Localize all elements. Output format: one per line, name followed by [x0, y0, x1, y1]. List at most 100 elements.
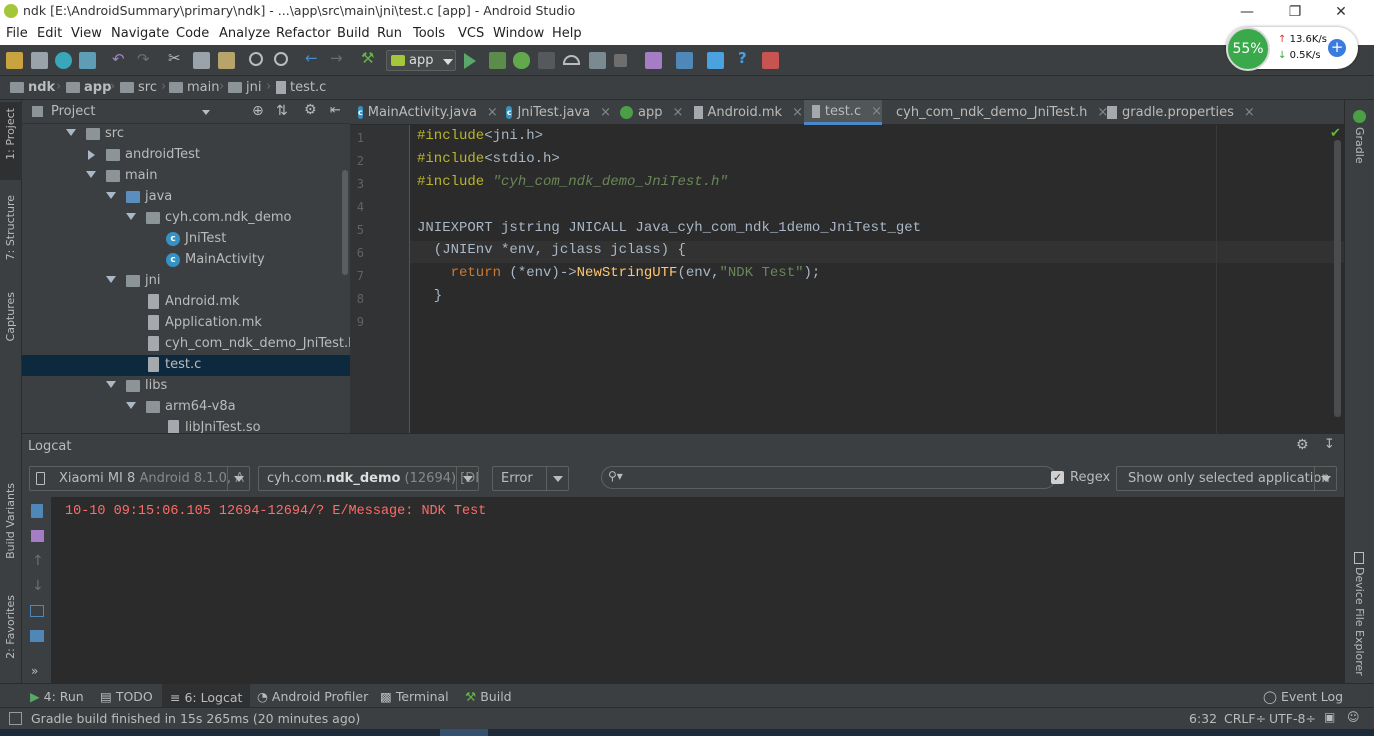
tool-terminal[interactable]: ▩ Terminal — [380, 689, 449, 704]
tree-item[interactable]: jni — [22, 271, 350, 292]
device-select[interactable]: Xiaomi MI 8 Android 8.1.0, A — [29, 466, 250, 491]
locate-icon[interactable]: ⊕ — [252, 103, 264, 119]
menu-analyze[interactable]: Analyze — [219, 26, 270, 41]
run-config-select[interactable]: app — [386, 50, 456, 71]
clear-logcat-icon[interactable] — [31, 504, 43, 518]
close-window-button[interactable]: ✕ — [1318, 0, 1364, 23]
tree-item[interactable]: libs — [22, 376, 350, 397]
tree-item[interactable]: cyh_com_ndk_demo_JniTest.h — [22, 334, 350, 355]
close-icon[interactable]: × — [792, 105, 803, 120]
regex-checkbox[interactable]: ✓ — [1051, 471, 1064, 484]
close-icon[interactable]: × — [600, 105, 611, 120]
tool-window-structure[interactable]: 7: Structure — [4, 195, 17, 260]
scroll-to-end-icon[interactable] — [31, 530, 44, 542]
collapse-all-icon[interactable]: ⇅ — [276, 103, 288, 119]
tool-run[interactable]: ▶ 4: Run — [30, 689, 84, 704]
chevron-down-icon[interactable] — [106, 192, 116, 199]
run-icon[interactable] — [464, 53, 476, 69]
make-project-icon[interactable]: ⚒ — [361, 49, 378, 67]
save-icon[interactable] — [31, 52, 48, 69]
logcat-output[interactable]: 10-10 09:15:06.105 12694-12694/? E/Messa… — [52, 497, 1344, 683]
tree-item[interactable]: c MainActivity — [22, 250, 350, 271]
cut-icon[interactable]: ✂ — [168, 49, 185, 67]
logcat-search-input[interactable]: ⚲▾ — [601, 466, 1056, 489]
toggle-tool-windows-icon[interactable] — [9, 712, 22, 725]
run-coverage-icon[interactable] — [538, 52, 555, 69]
tool-window-project[interactable]: 1: Project — [4, 108, 17, 160]
tool-window-device-file-explorer[interactable]: Device File Explorer — [1353, 567, 1366, 676]
menu-run[interactable]: Run — [377, 26, 402, 41]
project-scrollbar[interactable] — [342, 170, 348, 275]
close-icon[interactable]: × — [1244, 105, 1255, 120]
menu-file[interactable]: File — [6, 26, 28, 41]
sdk-manager-icon[interactable] — [707, 52, 724, 69]
tree-item[interactable]: Android.mk — [22, 292, 350, 313]
tool-todo[interactable]: ▤ TODO — [100, 689, 153, 704]
breadcrumb-ndk[interactable]: ndk — [10, 80, 55, 95]
tool-window-favorites[interactable]: 2: Favorites — [4, 595, 17, 659]
debug-icon[interactable] — [513, 52, 530, 69]
editor-scrollbar[interactable] — [1334, 140, 1341, 417]
file-encoding[interactable]: UTF-8÷ — [1269, 711, 1316, 726]
menu-window[interactable]: Window — [493, 26, 544, 41]
project-view-select[interactable]: Project — [51, 104, 95, 119]
tab-test-c[interactable]: test.c × — [804, 100, 882, 125]
tool-window-captures[interactable]: Captures — [4, 292, 17, 341]
back-icon[interactable]: ← — [305, 49, 322, 67]
breadcrumb-test-c[interactable]: test.c — [276, 80, 326, 95]
breadcrumb-main[interactable]: main — [169, 80, 219, 95]
inspector-icon[interactable]: ☺ — [1347, 710, 1360, 724]
device-monitor-icon[interactable] — [762, 52, 779, 69]
chevron-right-icon[interactable] — [88, 150, 95, 160]
hide-panel-icon[interactable]: ⇤ — [330, 103, 341, 118]
hide-panel-icon[interactable]: ↧ — [1324, 437, 1335, 452]
menu-vcs[interactable]: VCS — [458, 26, 484, 41]
tool-build[interactable]: ⚒ Build — [465, 689, 512, 704]
sync-icon[interactable] — [55, 52, 72, 69]
tree-item[interactable]: src — [22, 124, 350, 145]
tab-mainactivity-java[interactable]: c MainActivity.java × — [350, 100, 498, 125]
tree-item[interactable]: test.c — [22, 355, 350, 376]
gear-icon[interactable]: ⚙ — [304, 102, 317, 118]
minimize-button[interactable]: — — [1224, 0, 1270, 23]
chevron-down-icon[interactable] — [106, 381, 116, 388]
tab-jnitest-h[interactable]: cyh_com_ndk_demo_JniTest.h × — [883, 100, 1108, 125]
replace-icon[interactable] — [274, 52, 288, 66]
tree-item[interactable]: cyh.com.ndk_demo — [22, 208, 350, 229]
menu-refactor[interactable]: Refactor — [276, 26, 331, 41]
menu-help[interactable]: Help — [552, 26, 582, 41]
close-icon[interactable]: × — [487, 105, 498, 120]
copy-icon[interactable] — [193, 52, 210, 69]
menu-code[interactable]: Code — [176, 26, 209, 41]
breadcrumb-src[interactable]: src — [120, 80, 157, 95]
print-icon[interactable] — [30, 630, 44, 642]
tree-item[interactable]: libJniTest.so — [22, 418, 350, 433]
chevron-down-icon[interactable] — [86, 171, 96, 178]
chevron-down-icon[interactable] — [126, 402, 136, 409]
tree-item[interactable]: Application.mk — [22, 313, 350, 334]
log-level-select[interactable]: Error — [492, 466, 569, 491]
close-icon[interactable]: × — [672, 105, 683, 120]
tool-window-gradle[interactable]: Gradle — [1353, 127, 1366, 164]
chevron-down-icon[interactable] — [66, 129, 76, 136]
gear-icon[interactable]: ⚙ — [1296, 437, 1309, 453]
tool-event-log[interactable]: ◯ Event Log — [1263, 689, 1343, 704]
project-structure-icon[interactable] — [676, 52, 693, 69]
chevron-down-icon[interactable] — [126, 213, 136, 220]
soft-wrap-icon[interactable] — [30, 605, 44, 617]
menu-tools[interactable]: Tools — [413, 26, 445, 41]
tree-item[interactable]: arm64-v8a — [22, 397, 350, 418]
tool-android-profiler[interactable]: ◔ Android Profiler — [257, 689, 368, 704]
sync-project-icon[interactable] — [79, 52, 96, 69]
apply-changes-icon[interactable] — [489, 52, 506, 69]
tab-jnitest-java[interactable]: c JniTest.java × — [498, 100, 611, 125]
forward-icon[interactable]: → — [330, 49, 347, 67]
restore-button[interactable]: ❐ — [1272, 0, 1318, 23]
attach-debugger-icon[interactable] — [589, 52, 606, 69]
arrow-down-icon[interactable]: ↓ — [32, 578, 44, 594]
menu-edit[interactable]: Edit — [37, 26, 62, 41]
logcat-filter-select[interactable]: Show only selected application — [1116, 466, 1337, 491]
lock-icon[interactable]: ▣ — [1324, 710, 1335, 724]
redo-icon[interactable]: ↷ — [137, 50, 154, 68]
chevron-down-icon[interactable] — [202, 110, 210, 115]
